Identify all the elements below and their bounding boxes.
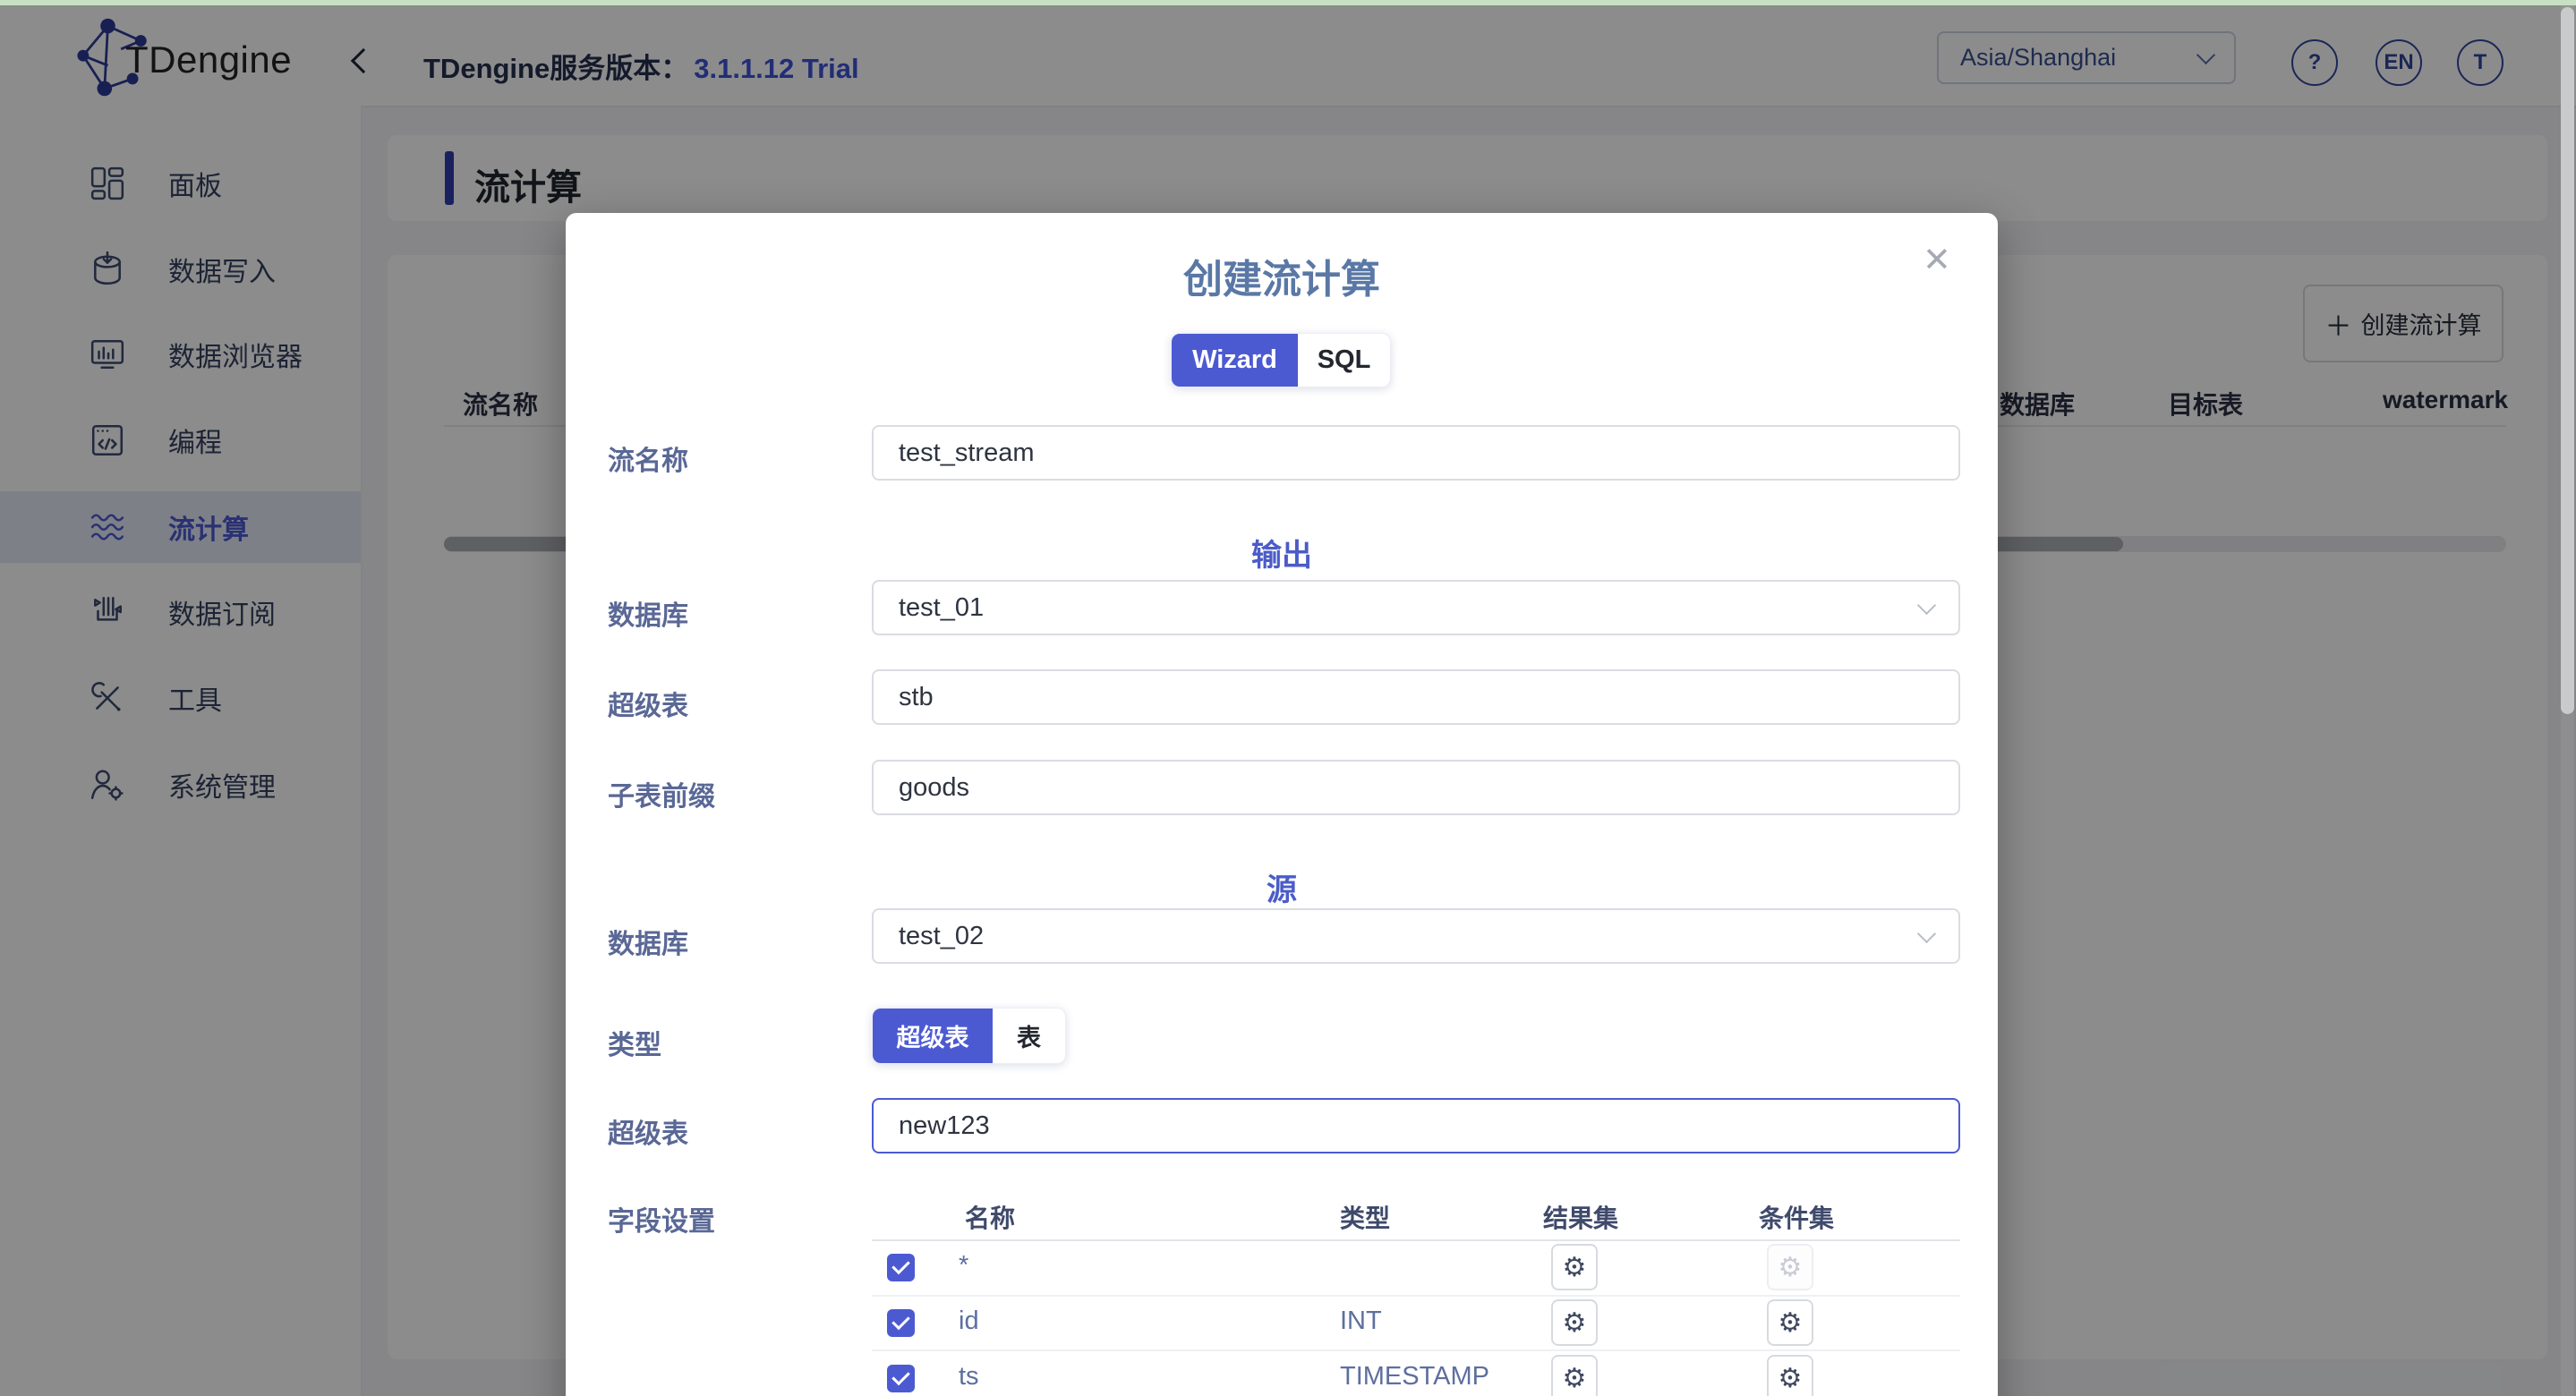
gear-icon: ⚙ [1563,1252,1587,1283]
chevron-down-icon [1917,595,1936,614]
source-type-toggle: 超级表 表 [872,1008,1066,1064]
result-set-settings-button[interactable]: ⚙ [1551,1244,1598,1290]
result-set-settings-button[interactable]: ⚙ [1551,1355,1598,1396]
tdengine-app: TDengine TDengine服务版本：3.1.1.12 Trial Asi… [0,0,2576,1396]
gear-icon: ⚙ [1778,1307,1803,1339]
output-supertable-input[interactable]: stb [872,669,1960,725]
stream-name-input[interactable]: test_stream [872,425,1960,481]
source-type-table[interactable]: 表 [993,1009,1065,1063]
field-col-result-set: 结果集 [1543,1199,1618,1235]
stream-name-label: 流名称 [608,438,688,478]
field-col-condition-set: 条件集 [1759,1199,1834,1235]
result-set-settings-button[interactable]: ⚙ [1551,1299,1598,1346]
source-type-label: 类型 [608,1023,661,1062]
subtable-prefix-input[interactable]: goods [872,760,1960,815]
field-row-checkbox[interactable] [887,1365,915,1392]
source-database-select[interactable]: test_02 [872,908,1960,964]
create-stream-modal: 创建流计算 ✕ Wizard SQL 流名称 test_stream 输出 数据… [566,213,1998,1396]
condition-set-settings-button-disabled: ⚙ [1767,1244,1813,1290]
field-row-divider [872,1295,1960,1297]
gear-icon: ⚙ [1563,1307,1587,1339]
gear-icon: ⚙ [1778,1252,1803,1283]
stream-name-value: test_stream [899,438,1035,468]
source-supertable-label: 超级表 [608,1111,688,1151]
output-supertable-value: stb [899,683,934,712]
field-type: INT [1340,1307,1382,1336]
gear-icon: ⚙ [1563,1363,1587,1394]
source-database-label: 数据库 [608,922,688,961]
field-type: TIMESTAMP [1340,1362,1489,1392]
field-table-header-divider [872,1239,1960,1241]
subtable-prefix-value: goods [899,773,969,803]
source-supertable-input[interactable]: new123 [872,1098,1960,1153]
output-database-select[interactable]: test_01 [872,580,1960,635]
modal-title: 创建流计算 [566,247,1998,304]
output-database-label: 数据库 [608,593,688,633]
field-name: * [959,1251,968,1281]
source-supertable-value: new123 [899,1111,990,1141]
field-col-name: 名称 [965,1199,1015,1235]
output-database-value: test_01 [899,593,984,623]
field-row-divider [872,1349,1960,1351]
source-section-title: 源 [566,865,1998,909]
fields-settings-label: 字段设置 [608,1199,715,1239]
chevron-down-icon [1917,924,1936,942]
field-name: ts [959,1362,979,1392]
mode-tabs: Wizard SQL [1171,333,1391,387]
condition-set-settings-button[interactable]: ⚙ [1767,1355,1813,1396]
field-row-checkbox[interactable] [887,1254,915,1281]
field-name: id [959,1307,979,1336]
output-section-title: 输出 [566,531,1998,575]
top-accent-strip [0,0,2576,5]
condition-set-settings-button[interactable]: ⚙ [1767,1299,1813,1346]
subtable-prefix-label: 子表前缀 [608,774,715,813]
gear-icon: ⚙ [1778,1363,1803,1394]
tab-sql[interactable]: SQL [1298,334,1390,387]
close-icon[interactable]: ✕ [1923,243,1951,277]
field-row-checkbox[interactable] [887,1309,915,1337]
source-type-supertable[interactable]: 超级表 [873,1009,993,1063]
tab-wizard[interactable]: Wizard [1172,334,1298,387]
output-supertable-label: 超级表 [608,684,688,723]
field-col-type: 类型 [1340,1199,1390,1235]
page-scrollbar-thumb[interactable] [2561,7,2574,714]
source-database-value: test_02 [899,922,984,951]
